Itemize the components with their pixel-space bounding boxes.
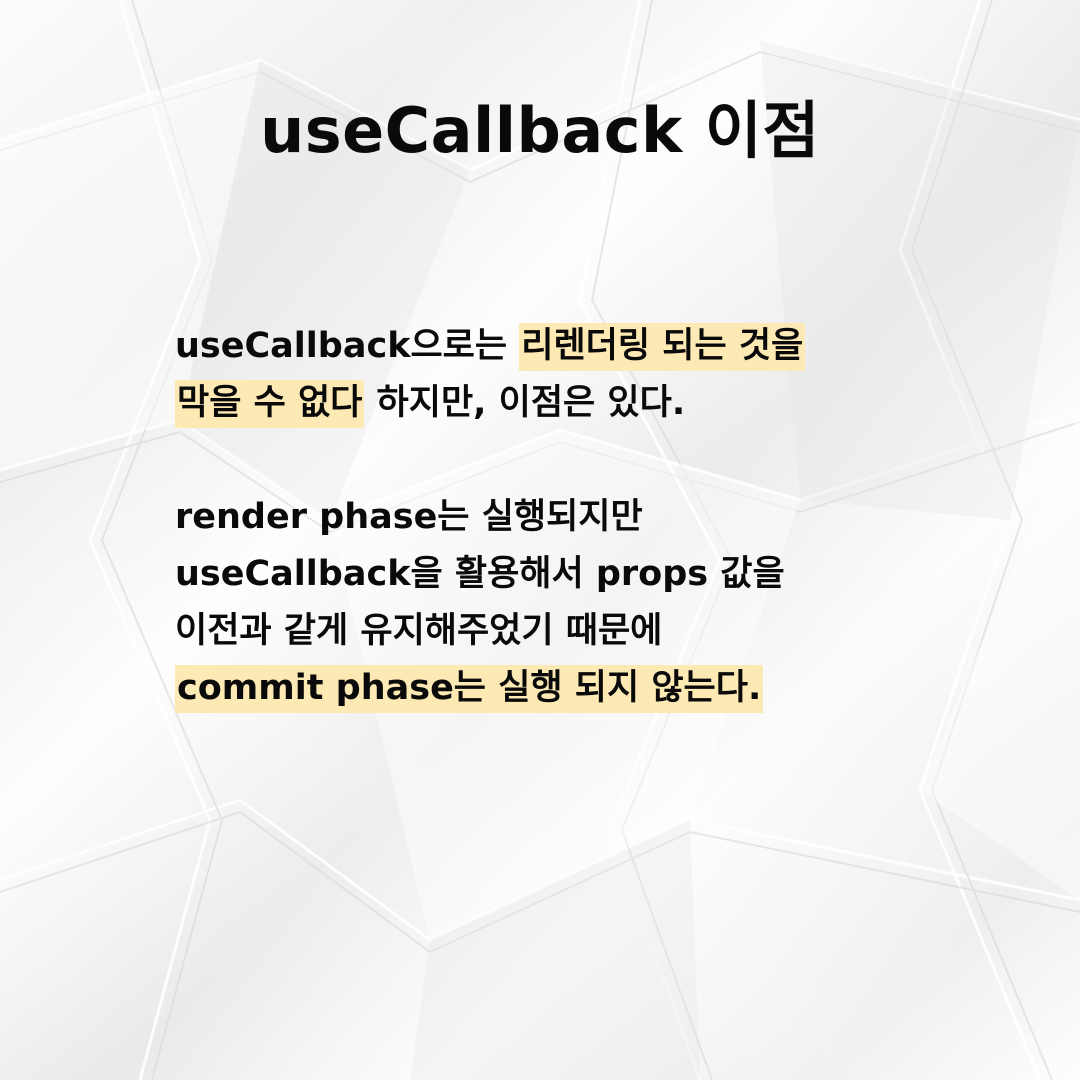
explanation-line-3: 이전과 같게 유지해주었기 때문에 [175,611,663,651]
intro-line-1-text: useCallback으로는 [175,326,520,366]
intro-line-2-text: 하지만, 이점은 있다. [364,383,686,423]
intro-line-1: useCallback으로는 리렌더링 되는 것을 [175,318,975,375]
explanation-line-2: useCallback을 활용해서 props 값을 [175,554,785,594]
paragraph-intro: useCallback으로는 리렌더링 되는 것을 막을 수 없다 하지만, 이… [175,318,975,432]
intro-line-2: 막을 수 없다 하지만, 이점은 있다. [175,375,975,432]
body-text: useCallback으로는 리렌더링 되는 것을 막을 수 없다 하지만, 이… [175,318,975,717]
explanation-line-1: render phase는 실행되지만 [175,497,643,537]
highlight-cannot-prevent: 막을 수 없다 [175,380,365,428]
paragraph-explanation: render phase는 실행되지만 useCallback을 활용해서 pr… [175,489,975,717]
highlight-commit-phase: commit phase는 실행 되지 않는다. [175,665,764,713]
explanation-line-4: commit phase는 실행 되지 않는다. [175,660,975,717]
page-title: useCallback 이점 [260,94,820,167]
highlight-rerender: 리렌더링 되는 것을 [519,323,806,371]
